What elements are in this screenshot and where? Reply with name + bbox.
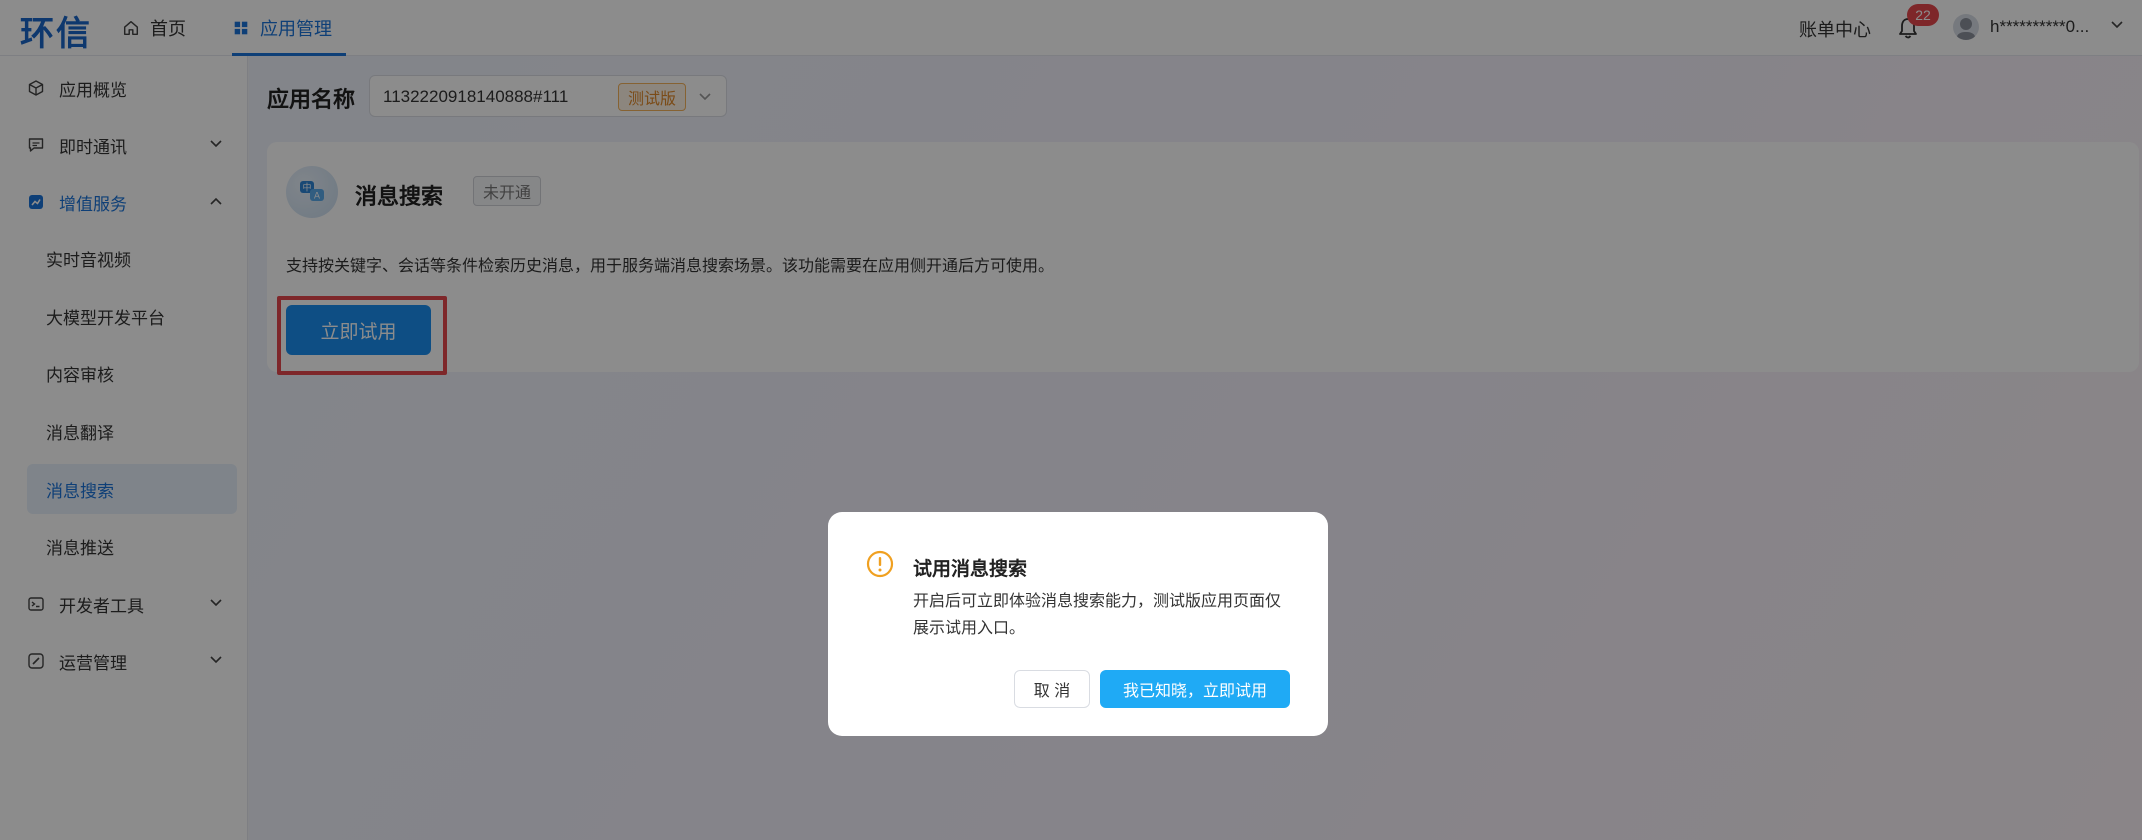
warning-icon [866, 550, 894, 578]
dialog-body: 开启后可立即体验消息搜索能力，测试版应用页面仅展示试用入口。 [913, 593, 1282, 637]
dialog-title: 试用消息搜索 [913, 559, 1028, 580]
trial-dialog: 试用消息搜索 开启后可立即体验消息搜索能力，测试版应用页面仅展示试用入口。 取 … [828, 512, 1328, 736]
confirm-try-button[interactable]: 我已知晓，立即试用 [1100, 670, 1290, 708]
cancel-button[interactable]: 取 消 [1014, 670, 1090, 708]
